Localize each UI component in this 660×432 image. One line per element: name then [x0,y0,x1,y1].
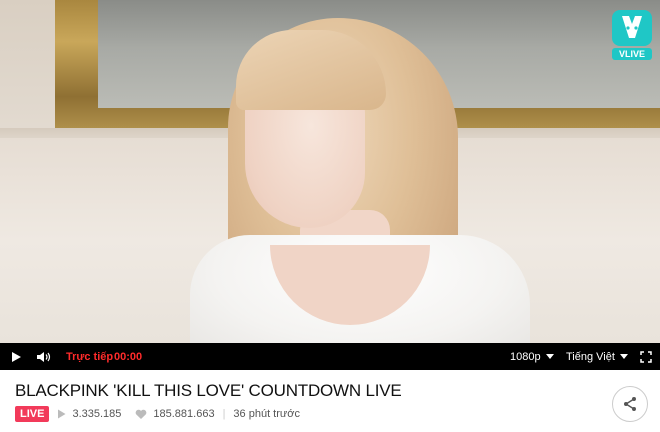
play-icon [58,409,66,419]
chevron-down-icon [619,353,628,359]
vlive-logo: VLIVE [612,10,652,62]
volume-icon [37,351,51,362]
video-frame[interactable]: VLIVE [0,0,660,343]
fullscreen-button[interactable] [640,343,652,370]
player-controls: Trực tiếp 00:00 1080p Tiếng Việt [0,343,660,370]
quality-selector[interactable]: 1080p [510,343,554,370]
live-status-label: Trực tiếp [66,350,114,363]
video-title: BLACKPINK 'KILL THIS LOVE' COUNTDOWN LIV… [15,381,402,400]
time-ago: 36 phút trước [233,408,300,420]
like-count-value: 185.881.663 [153,408,215,420]
share-button[interactable] [612,386,648,422]
meta-divider: | [222,408,226,420]
play-button[interactable] [10,343,22,370]
play-count: 3.335.185 [57,408,121,420]
heart-icon [136,409,147,419]
play-icon [12,351,21,362]
like-count: 185.881.663 [135,408,215,420]
vlive-logo-text: VLIVE [612,48,652,60]
share-icon [624,397,636,411]
fullscreen-icon [640,350,652,363]
subtitle-selector[interactable]: Tiếng Việt [566,343,628,370]
chevron-down-icon [545,353,554,359]
live-badge: LIVE [15,406,50,422]
video-meta: LIVE 3.335.185 185.881.663 | 36 phút trư… [15,405,300,423]
play-count-value: 3.335.185 [72,408,122,420]
video-player[interactable]: VLIVE Trực tiếp 00:00 1080p Tiếng Việt [0,0,660,370]
volume-button[interactable] [36,343,52,370]
subtitle-label: Tiếng Việt [566,350,615,363]
live-time: 00:00 [114,350,143,363]
quality-label: 1080p [510,350,541,363]
vlive-logo-icon [612,10,652,46]
